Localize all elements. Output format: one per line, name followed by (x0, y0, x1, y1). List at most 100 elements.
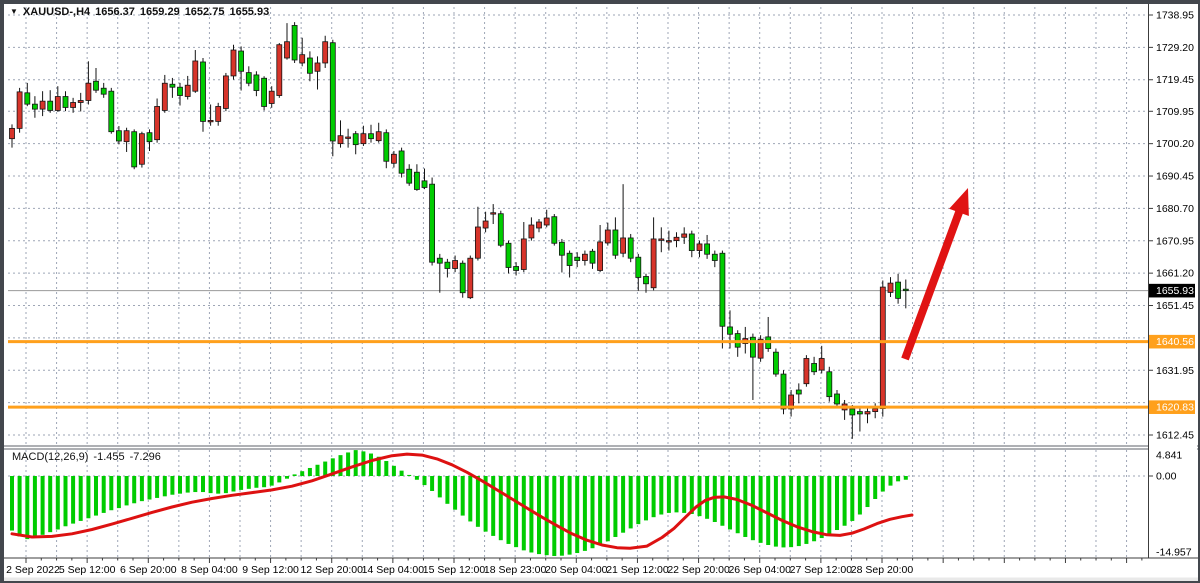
price-tick-label: 1719.45 (1156, 74, 1194, 86)
price-level-badge: 1640.56 (1149, 335, 1195, 349)
macd-histogram-bar (591, 476, 595, 548)
candle (498, 211, 503, 248)
macd-histogram-bar (201, 476, 205, 492)
macd-histogram-bar (170, 476, 174, 495)
macd-histogram-bar (850, 476, 854, 521)
macd-histogram-bar (117, 476, 121, 508)
macd-histogram-bar (720, 476, 724, 526)
macd-histogram-bar (56, 476, 60, 529)
candle (223, 73, 228, 111)
symbol-timeframe-label: XAUUSD-,H4 (23, 6, 90, 18)
candle (262, 76, 267, 110)
macd-max-label: 4.841 (1156, 450, 1182, 462)
svg-text:1655.93: 1655.93 (1156, 285, 1194, 297)
macd-histogram-bar (522, 476, 526, 550)
macd-histogram-bar (675, 476, 679, 512)
macd-histogram-bar (743, 476, 747, 537)
time-tick-label: 12 Sep 20:00 (300, 564, 363, 576)
candle (773, 349, 778, 377)
price-tick-label: 1729.20 (1156, 42, 1194, 54)
macd-histogram-bar (843, 476, 847, 526)
macd-histogram-bar (186, 476, 190, 493)
candle (399, 148, 404, 178)
macd-histogram-bar (102, 476, 106, 513)
candle (201, 58, 206, 132)
macd-histogram-bar (193, 476, 197, 492)
macd-histogram-bar (491, 476, 495, 536)
time-tick-label: 15 Sep 12:00 (423, 564, 486, 576)
time-tick-label: 18 Sep 23:00 (484, 564, 547, 576)
macd-histogram-bar (705, 476, 709, 519)
macd-histogram-bar (476, 476, 480, 527)
candle (330, 40, 335, 157)
price-tick-label: 1709.95 (1156, 106, 1194, 118)
macd-min-label: -14.957 (1156, 547, 1192, 559)
macd-histogram-bar (575, 476, 579, 553)
time-tick-label: 8 Sep 04:00 (181, 564, 238, 576)
candle (827, 367, 832, 402)
indicator-main-value: -1.455 (93, 451, 124, 463)
macd-histogram-bar (148, 476, 152, 500)
candle (109, 88, 114, 134)
time-tick-label: 22 Sep 20:00 (667, 564, 730, 576)
macd-histogram-bar (835, 476, 839, 530)
macd-histogram-bar (728, 476, 732, 529)
time-tick-label: 14 Sep 04:00 (362, 564, 425, 576)
macd-histogram-bar (64, 476, 68, 526)
macd-histogram-bar (667, 476, 671, 513)
macd-histogram-bar (254, 476, 258, 488)
svg-text:1620.83: 1620.83 (1156, 402, 1194, 414)
macd-histogram-bar (132, 476, 136, 503)
macd-histogram-bar (209, 476, 213, 493)
macd-histogram-bar (48, 476, 52, 532)
candlestick-chart[interactable]: 1738.951729.201719.451709.951700.201690.… (2, 2, 1200, 583)
macd-histogram-bar (621, 476, 625, 533)
macd-histogram-bar (797, 476, 801, 546)
macd-histogram-bar (866, 476, 870, 507)
macd-histogram-bar (644, 476, 648, 520)
macd-histogram-bar (858, 476, 862, 515)
macd-histogram-bar (698, 476, 702, 516)
time-tick-label: 27 Sep 12:00 (790, 564, 853, 576)
macd-histogram-bar (262, 476, 266, 487)
macd-histogram-bar (430, 476, 434, 491)
macd-histogram-bar (323, 462, 327, 476)
candle (277, 43, 282, 98)
macd-histogram-bar (392, 466, 396, 476)
macd-histogram-bar (545, 476, 549, 555)
time-tick-label: 26 Sep 04:00 (728, 564, 791, 576)
macd-histogram-bar (652, 476, 656, 517)
macd-histogram-bar (316, 465, 320, 476)
macd-histogram-bar (71, 476, 75, 524)
price-tick-label: 1680.70 (1156, 203, 1194, 215)
macd-histogram-bar (445, 476, 449, 504)
macd-histogram-bar (873, 476, 877, 499)
macd-histogram-bar (507, 476, 511, 544)
macd-histogram-bar (277, 476, 281, 482)
chart-ohlc-header: ▼XAUUSD-,H41656.371659.291652.751655.93 (10, 6, 274, 18)
price-tick-label: 1690.45 (1156, 171, 1194, 183)
price-tick-label: 1631.95 (1156, 365, 1194, 377)
macd-histogram-bar (308, 468, 312, 476)
current-price-badge: 1655.93 (1149, 284, 1195, 298)
macd-histogram-bar (682, 476, 686, 513)
time-tick-label: 6 Sep 20:00 (120, 564, 177, 576)
candle (292, 22, 297, 63)
symbol-dropdown-icon[interactable]: ▼ (10, 7, 18, 16)
candle (17, 88, 22, 133)
macd-histogram-bar (369, 454, 373, 476)
macd-histogram-bar (468, 476, 472, 521)
indicator-name: MACD(12,26,9) (12, 451, 88, 463)
time-tick-label: 28 Sep 20:00 (851, 564, 914, 576)
macd-histogram-bar (896, 476, 900, 481)
macd-histogram-bar (606, 476, 610, 541)
macd-histogram-bar (247, 476, 251, 489)
macd-histogram-bar (598, 476, 602, 545)
macd-histogram-bar (94, 476, 98, 516)
macd-histogram-bar (163, 476, 167, 496)
candle (804, 355, 809, 387)
macd-histogram-bar (827, 476, 831, 534)
macd-histogram-bar (86, 476, 90, 518)
price-axis[interactable]: 1738.951729.201719.451709.951700.201690.… (1148, 2, 1197, 559)
macd-histogram-bar (354, 450, 358, 476)
